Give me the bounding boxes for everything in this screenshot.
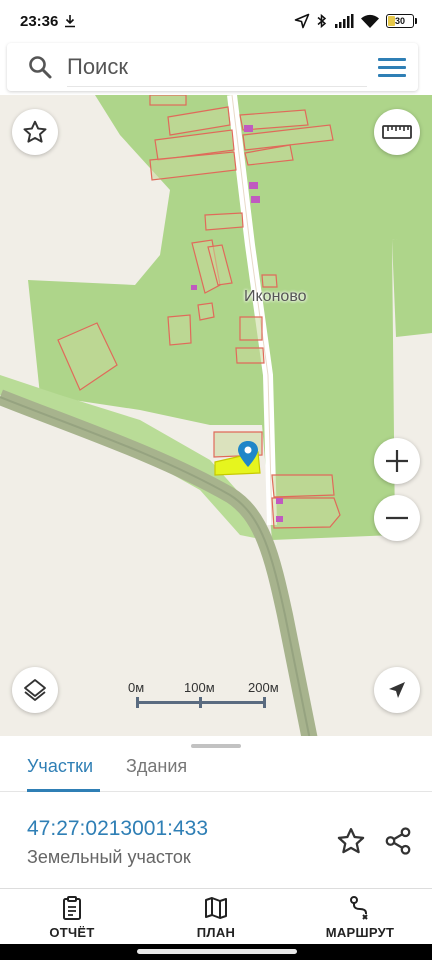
scale-label-200: 200м [248,680,279,695]
battery-level-fill [388,16,395,26]
battery-level-text: 30 [394,16,405,26]
nav-route-label: МАРШРУТ [325,925,395,940]
scale-tick [263,697,266,708]
parcel-type: Земельный участок [27,847,191,867]
bluetooth-icon [317,13,327,29]
tabs: Участки Здания [0,754,432,792]
search-bar [7,43,418,91]
parcel-cadastral-number[interactable]: 47:27:0213001:433 [27,817,208,841]
status-icons: 30 [294,13,417,29]
zoom-in-button[interactable] [374,438,420,484]
sheet-drag-handle[interactable] [191,744,241,748]
route-icon [350,896,368,920]
plus-icon [386,450,408,472]
status-bar: 23:36 30 [0,0,432,42]
layers-button[interactable] [12,667,58,713]
map-canvas[interactable] [0,95,432,740]
map-view[interactable]: Иконово 0м 100м 200м [0,95,432,740]
system-gesture-bar [0,944,432,960]
active-tab-indicator [27,789,100,792]
scale-tick [199,697,202,708]
map-icon [205,897,227,919]
battery-icon: 30 [386,14,417,28]
tab-buildings[interactable]: Здания [126,754,187,792]
nav-report-button[interactable]: ОТЧЁТ [17,895,127,940]
minus-icon [386,516,408,520]
star-outline-icon [23,120,47,143]
scale-tick [136,697,139,708]
green-area-east-strip [392,233,432,337]
zoom-out-button[interactable] [374,495,420,541]
scale-label-100: 100м [184,680,215,695]
search-icon[interactable] [27,54,53,80]
nav-route-button[interactable]: МАРШРУТ [305,895,415,940]
signal-icon [335,14,354,28]
tab-parcels[interactable]: Участки [27,754,93,792]
wifi-icon [361,14,379,28]
place-label: Иконово [244,288,307,305]
bottom-navigation: ОТЧЁТ ПЛАН МАРШРУТ [0,888,432,944]
ruler-button[interactable] [374,109,420,155]
favorites-button[interactable] [12,109,58,155]
layers-icon [24,679,46,701]
home-indicator[interactable] [137,949,297,954]
map-scale: 0м 100м 200м [128,680,288,710]
nav-report-label: ОТЧЁТ [49,925,95,940]
ruler-icon [382,125,412,139]
scale-label-0: 0м [128,680,145,695]
nav-plan-label: ПЛАН [196,925,236,940]
share-icon[interactable] [383,826,413,856]
nav-plan-button[interactable]: ПЛАН [161,895,271,940]
my-location-button[interactable] [374,667,420,713]
status-time: 23:36 [20,12,59,30]
search-input[interactable] [67,47,367,87]
hamburger-menu-icon[interactable] [378,55,406,79]
star-outline-icon[interactable] [336,826,366,856]
navigation-arrow-icon [389,682,405,698]
clipboard-icon [63,896,81,920]
location-arrow-icon [294,13,310,29]
download-icon [65,15,76,28]
